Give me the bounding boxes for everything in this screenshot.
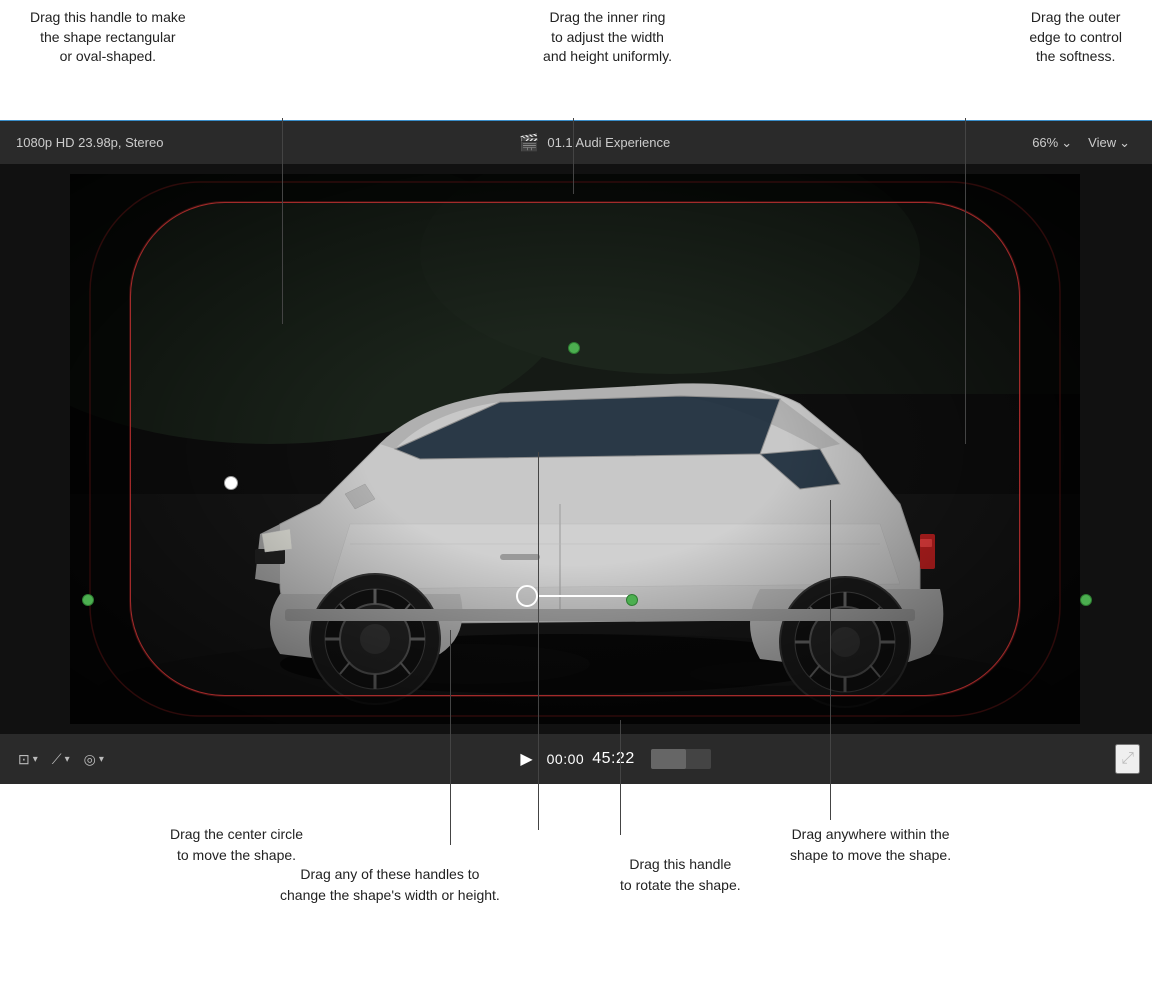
leader-line-rotate [620, 720, 621, 835]
zoom-view-controls[interactable]: 66% ⌄ View ⌄ [1026, 133, 1136, 153]
crop-control-group[interactable]: ⊡ ▾ ⟋ ▾ ◎ ▾ [12, 747, 110, 772]
chevron-down-icon-3: ▾ [33, 754, 38, 765]
annotation-center-circle: Drag the center circle to move the shape… [170, 824, 303, 866]
video-title-area: 🎬 01.1 Audi Experience [519, 133, 670, 153]
fullscreen-button[interactable]: ⤢ [1115, 744, 1140, 774]
width-handle-left[interactable] [82, 594, 94, 606]
annotation-rotate-handle: Drag this handle to rotate the shape. [620, 854, 741, 896]
handle-connector-line [538, 595, 628, 597]
view-button[interactable]: View ⌄ [1082, 133, 1136, 153]
crop-icon: ⊡ [18, 751, 30, 768]
speed-icon: ◎ [84, 751, 96, 768]
inner-ring-handle-top[interactable] [568, 342, 580, 354]
bottom-annotation-bar: Drag the center circle to move the shape… [0, 784, 1152, 982]
player-header: 1080p HD 23.98p, Stereo 🎬 01.1 Audi Expe… [0, 120, 1152, 164]
timecode-main: 45:22 [592, 750, 635, 768]
leader-line-top-center [573, 118, 574, 194]
zoom-button[interactable]: 66% ⌄ [1026, 133, 1078, 153]
video-canvas [0, 164, 1152, 734]
crop-button[interactable]: ⊡ ▾ [12, 747, 44, 772]
annotation-drag-within: Drag anywhere within the shape to move t… [790, 824, 951, 866]
annotation-width-height-handles: Drag any of these handles to change the … [280, 864, 500, 906]
leader-line-within-shape [830, 500, 831, 820]
shape-type-handle[interactable] [224, 476, 238, 490]
player-controls[interactable]: ⊡ ▾ ⟋ ▾ ◎ ▾ ▶ 00:00 45:22 ⤢ [0, 734, 1152, 784]
softness-handle-right[interactable] [1080, 594, 1092, 606]
center-move-handle[interactable] [516, 585, 538, 607]
annotation-outer-edge: Drag the outer edge to control the softn… [1029, 8, 1122, 67]
video-frame [70, 174, 1080, 724]
transform-button[interactable]: ⟋ ▾ [46, 747, 76, 772]
scrubber-area[interactable] [651, 749, 711, 769]
video-format: 1080p HD 23.98p, Stereo [16, 135, 163, 150]
leader-line-top-right [965, 118, 966, 444]
width-handle-right-inner[interactable] [626, 594, 638, 606]
leader-line-bottom-handle [450, 630, 451, 845]
annotation-inner-ring: Drag the inner ring to adjust the width … [543, 8, 672, 67]
clapper-icon: 🎬 [519, 133, 539, 153]
chevron-down-icon-2: ⌄ [1119, 135, 1130, 151]
video-title: 01.1 Audi Experience [547, 135, 670, 150]
top-annotation-bar: Drag this handle to make the shape recta… [0, 0, 1152, 120]
speed-button[interactable]: ◎ ▾ [78, 747, 110, 772]
chevron-down-icon-5: ▾ [99, 754, 104, 765]
chevron-down-icon: ⌄ [1061, 135, 1072, 151]
timecode-prefix: 00:00 [547, 751, 585, 767]
play-button[interactable]: ▶ [514, 745, 538, 773]
leader-line-top-left [282, 118, 283, 324]
chevron-down-icon-4: ▾ [65, 754, 70, 765]
annotation-shape-handle: Drag this handle to make the shape recta… [30, 8, 186, 67]
leader-line-center-circle [538, 452, 539, 830]
transform-icon: ⟋ [52, 751, 62, 768]
